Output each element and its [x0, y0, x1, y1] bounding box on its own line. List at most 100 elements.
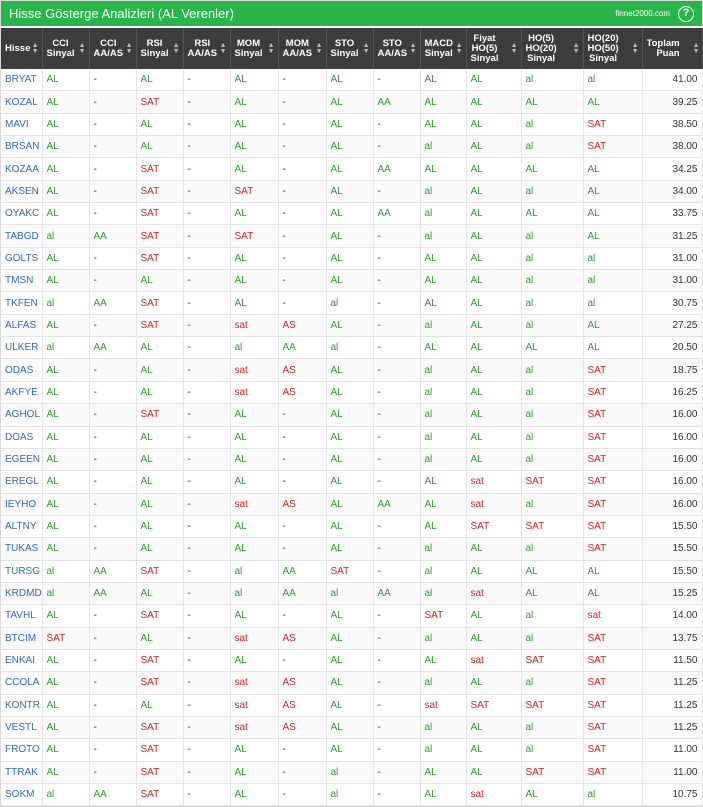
stock-symbol-link[interactable]: AKSEN — [1, 180, 43, 204]
sort-icon[interactable]: ▲ ▼ — [220, 42, 227, 55]
table-row[interactable]: EREGL AL - AL - AL - AL - AL sat SAT SAT 16.00 — [1, 470, 703, 494]
sort-icon[interactable]: ▲ ▼ — [316, 42, 323, 55]
column-header-mom_aaas[interactable]: MOM AA/AS ▲ ▼ — [278, 28, 327, 69]
stock-symbol-link[interactable]: OYAKC — [1, 202, 43, 226]
stock-symbol-link[interactable]: FROTO — [1, 738, 43, 762]
stock-symbol-link[interactable]: TURSG — [1, 560, 43, 583]
column-header-rsi_sinyal[interactable]: RSI Sinyal ▲ ▼ — [136, 28, 184, 69]
stock-symbol-link[interactable]: TTRAK — [1, 761, 43, 785]
table-row[interactable]: MAVI AL - AL - AL - AL - AL AL al SAT 38.50 — [1, 113, 703, 137]
stock-symbol-link[interactable]: IEYHO — [1, 493, 43, 516]
stock-symbol-link[interactable]: SOKM — [1, 783, 43, 807]
table-row[interactable]: BRYAT AL - AL - AL - AL - AL AL al al 41.00 — [1, 69, 703, 92]
table-row[interactable]: AKFYE AL - AL - sat AS AL - al AL al SAT 16.25 — [1, 381, 703, 405]
stock-symbol-link[interactable]: AKFYE — [1, 381, 43, 405]
stock-symbol-link[interactable]: TAVHL — [1, 604, 43, 628]
table-row[interactable]: EGEEN AL - AL - AL - AL - al AL al SAT 16.00 — [1, 448, 703, 472]
signal-cell: al — [326, 291, 374, 315]
stock-symbol-link[interactable]: TUKAS — [1, 537, 43, 561]
table-row[interactable]: KONTR AL - AL - sat AS AL - sat SAT SAT SAT 11.25 — [1, 694, 703, 717]
stock-symbol-link[interactable]: ALTNY — [1, 515, 43, 539]
stock-symbol-link[interactable]: EGEEN — [1, 448, 43, 472]
stock-symbol-link[interactable]: BTCIM — [1, 627, 43, 650]
table-row[interactable]: SOKM al AA SAT - AL - al - AL sat AL al 10.75 — [1, 783, 703, 807]
column-header-fiyat_ho5[interactable]: Fiyat HO(5) Sinyal ▲ ▼ — [466, 28, 522, 69]
table-row[interactable]: TUKAS AL - AL - AL - AL - al AL al SAT 15.50 — [1, 537, 703, 561]
table-row[interactable]: ODAS AL - AL - sat AS AL - al AL al SAT 18.75 — [1, 358, 703, 382]
table-row[interactable]: TKFEN al AA SAT - AL - al - AL AL al al 30.75 — [1, 291, 703, 315]
table-row[interactable]: ALTNY AL - AL - AL - AL - AL SAT SAT SAT 15.50 — [1, 515, 703, 539]
table-row[interactable]: BTCIM SAT - AL - sat AS AL - al AL al SAT 13.75 — [1, 627, 703, 650]
sort-icon[interactable]: ▲ ▼ — [173, 42, 180, 55]
column-header-sto_sinyal[interactable]: STO Sinyal ▲ ▼ — [326, 28, 374, 69]
stock-symbol-link[interactable]: KOZAA — [1, 157, 43, 181]
table-row[interactable]: ENKAI AL - SAT - AL - AL - AL sat SAT SAT 11.50 — [1, 649, 703, 673]
table-row[interactable]: TURSG al AA SAT - al AA SAT - al AL AL AL 15.50 — [1, 560, 703, 583]
stock-symbol-link[interactable]: BRYAT — [1, 69, 43, 92]
sort-icon[interactable]: ▲ ▼ — [32, 42, 39, 55]
table-row[interactable]: ULKER al AA AL - al AA al - AL AL AL AL 20.50 — [1, 336, 703, 360]
table-row[interactable]: ALFAS AL - SAT - sat AS AL - al AL al AL 27.25 — [1, 314, 703, 338]
column-header-macd_sinyal[interactable]: MACD Sinyal ▲ ▼ — [420, 28, 467, 69]
stock-symbol-link[interactable]: CCOLA — [1, 671, 43, 695]
stock-symbol-link[interactable]: EREGL — [1, 470, 43, 494]
stock-symbol-link[interactable]: TABGD — [1, 224, 43, 248]
table-row[interactable]: AGHOL AL - SAT - AL - AL - al AL al SAT 16.00 — [1, 403, 703, 427]
sort-icon[interactable]: ▲ ▼ — [79, 42, 86, 55]
column-header-toplam[interactable]: Toplam Puan ▲ ▼ — [642, 28, 703, 69]
column-header-sto_aaas[interactable]: STO AA/AS ▲ ▼ — [373, 28, 421, 69]
stock-symbol-link[interactable]: ULKER — [1, 336, 43, 360]
table-row[interactable]: AKSEN AL - SAT - SAT - AL - al AL al AL 34.00 — [1, 180, 703, 204]
column-header-cci_aaas[interactable]: CCI AA/AS ▲ ▼ — [89, 28, 137, 69]
stock-symbol-link[interactable]: AGHOL — [1, 403, 43, 427]
table-row[interactable]: GOLTS AL - SAT - AL - AL - AL AL al al 31.00 — [1, 247, 703, 271]
stock-symbol-link[interactable]: ALFAS — [1, 314, 43, 338]
stock-symbol-link[interactable]: KOZAL — [1, 90, 43, 114]
site-link[interactable]: finnet2000.com — [615, 9, 670, 18]
table-row[interactable]: OYAKC AL - SAT - AL - AL AA al AL AL AL 33.75 — [1, 202, 703, 226]
sort-icon[interactable]: ▲ ▼ — [126, 42, 133, 55]
column-header-rsi_aaas[interactable]: RSI AA/AS ▲ ▼ — [183, 28, 231, 69]
table-row[interactable]: IEYHO AL - AL - sat AS AL AA AL sat al SAT 16.00 — [1, 493, 703, 516]
stock-symbol-link[interactable]: GOLTS — [1, 247, 43, 271]
table-row[interactable]: CCOLA AL - SAT - sat AS AL - al AL al SAT 11.25 — [1, 671, 703, 695]
column-header-mom_sinyal[interactable]: MOM Sinyal ▲ ▼ — [230, 28, 279, 69]
column-header-ho20_ho50[interactable]: HO(20) HO(50) Sinyal ▲ ▼ — [583, 28, 643, 69]
table-row[interactable]: VESTL AL - SAT - sat AS AL - al AL al SAT 11.25 — [1, 716, 703, 740]
column-header-cci_sinyal[interactable]: CCI Sinyal ▲ ▼ — [42, 28, 90, 69]
table-row[interactable]: FROTO AL - SAT - AL - AL - al AL al SAT 11.00 — [1, 738, 703, 762]
stock-symbol-link[interactable]: MAVI — [1, 113, 43, 137]
table-row[interactable]: KOZAA AL - SAT - AL - AL AA AL AL AL AL 34.25 — [1, 157, 703, 181]
table-row[interactable]: KRDMD al AA AL - al AA al AA al sat AL AL 15.25 — [1, 582, 703, 606]
stock-symbol-link[interactable]: ENKAI — [1, 649, 43, 673]
signal-cell: AL — [466, 90, 522, 114]
stock-symbol-link[interactable]: TKFEN — [1, 291, 43, 315]
column-header-ho5_ho20[interactable]: HO(5) HO(20) Sinyal ▲ ▼ — [521, 28, 584, 69]
column-header-hisse[interactable]: Hisse ▲ ▼ — [1, 28, 43, 69]
sort-icon[interactable]: ▲ ▼ — [410, 42, 417, 55]
stock-symbol-link[interactable]: DOAS — [1, 426, 43, 449]
table-row[interactable]: BRSAN AL - AL - AL - AL - al AL al SAT 38.00 — [1, 135, 703, 159]
table-row[interactable]: TABGD al AA SAT - SAT - AL - al AL al AL 31.25 — [1, 224, 703, 248]
stock-symbol-link[interactable]: ODAS — [1, 358, 43, 382]
sort-icon[interactable]: ▲ ▼ — [511, 42, 518, 55]
stock-symbol-link[interactable]: BRSAN — [1, 135, 43, 159]
help-icon[interactable]: ? — [678, 5, 694, 22]
stock-symbol-link[interactable]: KRDMD — [1, 582, 43, 606]
table-row[interactable]: TAVHL AL - SAT - AL - AL - SAT AL al sat 14.00 — [1, 604, 703, 628]
signal-cell: - — [278, 224, 327, 248]
sort-icon[interactable]: ▲ ▼ — [363, 42, 370, 55]
sort-icon[interactable]: ▲ ▼ — [693, 42, 700, 55]
sort-icon[interactable]: ▲ ▼ — [632, 42, 639, 55]
table-row[interactable]: KOZAL AL - SAT - AL - AL AA AL AL AL AL 39.25 — [1, 90, 703, 114]
sort-icon[interactable]: ▲ ▼ — [268, 42, 275, 55]
stock-symbol-link[interactable]: KONTR — [1, 694, 43, 717]
table-row[interactable]: TMSN AL - AL - AL - AL - AL AL al al 31.00 — [1, 269, 703, 293]
table-row[interactable]: DOAS AL - AL - AL - AL - al AL al SAT 16.00 — [1, 426, 703, 449]
table-row[interactable]: TTRAK AL - SAT - AL - al - AL AL SAT SAT 11.00 — [1, 761, 703, 785]
signal-cell: SAT — [136, 604, 184, 628]
sort-icon[interactable]: ▲ ▼ — [456, 42, 463, 55]
sort-icon[interactable]: ▲ ▼ — [573, 42, 580, 55]
stock-symbol-link[interactable]: VESTL — [1, 716, 43, 740]
stock-symbol-link[interactable]: TMSN — [1, 269, 43, 293]
